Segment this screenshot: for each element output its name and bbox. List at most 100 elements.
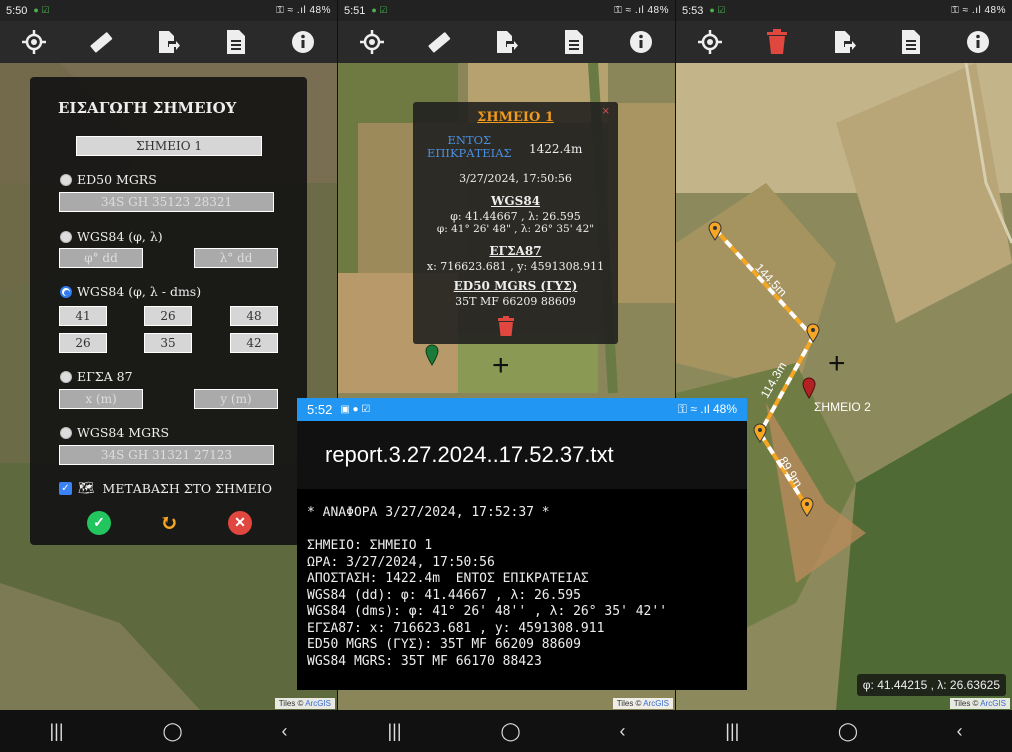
checkbox-checked-icon[interactable]: ✓ [59,482,72,495]
point-info-popup: ΣΗΜΕΙΟ 1 × ΕΝΤΟΣ ΕΠΙΚΡΑΤΕΙΑΣ 1422.4m 3/2… [413,102,618,344]
status-indicators: ⚿ ≈ .ıl 48% [276,5,331,16]
locate-icon[interactable] [695,27,725,57]
popup-close-button[interactable]: × [602,106,610,117]
panel-title: ΕΙΣΑΓΩΓΗ ΣΗΜΕΙΟΥ [58,99,237,117]
phi-deg-input[interactable]: 41 [59,306,107,326]
radio-label: ED50 MGRS [77,172,157,187]
point-name-input[interactable]: ΣΗΜΕΙΟ 1 [76,136,262,156]
crosshair-icon: + [828,347,846,380]
check-icon: ✓ [93,515,105,531]
ruler-icon[interactable] [86,27,116,57]
notification-icons: ● ☑ [33,5,50,15]
goto-label: ΜΕΤΑΒΑΣΗ ΣΤΟ ΣΗΜΕΙΟ [102,481,272,496]
map-icon: 🗺 [78,481,95,496]
radio-wgs84-dd[interactable]: WGS84 (φ, λ) [60,229,163,244]
document-icon[interactable] [896,27,926,57]
report-line: WGS84 MGRS: 35T MF 66170 88423 [307,653,542,669]
wgs84-header: WGS84 [490,194,541,208]
radio-egsa87[interactable]: ΕΓΣΑ 87 [60,369,133,384]
point-entry-panel: ΕΙΣΑΓΩΓΗ ΣΗΜΕΙΟΥ ΣΗΜΕΙΟ 1 ED50 MGRS 34S … [30,77,307,545]
egsa-value: x: 716623.681 , y: 4591308.911 [426,260,605,273]
lambda-dd-input[interactable]: λ° dd [194,248,278,268]
report-line: WGS84 (dd): φ: 41.44667 , λ: 26.595 [307,587,581,603]
radio-wgs84-mgrs[interactable]: WGS84 MGRS [60,425,169,440]
phi-min-input[interactable]: 26 [144,306,192,326]
zone-line2: ΕΠΙΚΡΑΤΕΙΑΣ [427,146,512,160]
report-content: * ΑΝΑΦΟΡΑ 3/27/2024, 17:52:37 * ΣΗΜΕΙΟ: … [297,489,747,670]
home-icon[interactable]: ◯ [500,721,520,742]
info-icon[interactable] [626,27,656,57]
back-icon[interactable]: ‹ [620,721,626,742]
status-time: 5:50 [6,4,28,17]
radio-label: WGS84 MGRS [77,425,170,440]
lambda-min-input[interactable]: 35 [144,333,192,353]
notification-icons: ● ☑ [709,5,726,15]
home-icon[interactable]: ◯ [162,721,182,742]
delete-point-button[interactable] [497,316,515,340]
wgs84-mgrs-input[interactable]: 34S GH 31321 27123 [59,445,274,465]
lambda-sec-input[interactable]: 42 [230,333,278,353]
phi-dd-input[interactable]: φ° dd [59,248,143,268]
cursor-coordinates: φ: 41.44215 , λ: 26.63625 [856,674,1006,696]
ed50-mgrs-input[interactable]: 34S GH 35123 28321 [59,192,274,212]
popup-title: ΣΗΜΕΙΟ 1 [477,110,554,125]
egsa-header: ΕΓΣΑ87 [489,244,542,258]
export-icon[interactable] [491,27,521,57]
ed50-header: ED50 MGRS (ΓΥΣ) [453,279,578,293]
radio-dot [60,173,72,186]
measure-vertex-marker[interactable] [800,497,814,522]
goto-point-option[interactable]: ✓ 🗺 ΜΕΤΑΒΑΣΗ ΣΤΟ ΣΗΜΕΙΟ [59,481,272,496]
arcgis-link[interactable]: ArcGIS [980,699,1006,708]
report-filename: report.3.27.2024..17.52.37.txt [297,421,747,489]
document-icon[interactable] [221,27,251,57]
accept-button[interactable]: ✓ [87,511,111,535]
cancel-button[interactable]: ✕ [228,511,252,535]
egsa-y-input[interactable]: y (m) [194,389,278,409]
status-indicators: ⚿ ≈ .ıl 48% [614,5,669,16]
arcgis-link[interactable]: ArcGIS [305,699,331,708]
lambda-deg-input[interactable]: 26 [59,333,107,353]
recent-apps-icon[interactable]: ||| [387,721,401,742]
home-icon[interactable]: ◯ [838,721,858,742]
document-icon[interactable] [559,27,589,57]
locate-icon[interactable] [19,27,49,57]
report-line: ED50 MGRS (ΓΥΣ): 35T MF 66209 88609 [307,637,581,652]
recent-apps-icon[interactable]: ||| [49,721,63,742]
recent-apps-icon[interactable]: ||| [725,721,739,742]
report-status-indicators: ⚿ ≈ .ıl 48% [677,402,737,416]
status-bar: 5:50 ● ☑ ⚿ ≈ .ıl 48% [0,0,337,21]
export-icon[interactable] [153,27,183,57]
back-icon[interactable]: ‹ [282,721,288,742]
measure-vertex-marker[interactable] [708,221,722,246]
point2-label: ΣΗΜΕΙΟ 2 [814,400,871,414]
back-icon[interactable]: ‹ [957,721,963,742]
info-icon[interactable] [288,27,318,57]
phi-sec-input[interactable]: 48 [230,306,278,326]
ed50-value: 35T MF 66209 88609 [455,295,576,308]
close-icon: ✕ [234,515,246,531]
radio-ed50-mgrs[interactable]: ED50 MGRS [60,172,157,187]
tiles-attribution: Tiles © ArcGIS [949,698,1010,709]
report-line: WGS84 (dms): φ: 41° 26' 48'' , λ: 26° 35… [307,604,668,619]
egsa-x-input[interactable]: x (m) [59,389,143,409]
crosshair-icon: + [492,349,510,382]
tiles-attribution: Tiles © ArcGIS [274,698,335,709]
status-bar: 5:51 ● ☑ ⚿ ≈ .ıl 48% [338,0,675,21]
toolbar [676,21,1012,63]
radio-wgs84-dms[interactable]: WGS84 (φ, λ - dms) [60,284,201,299]
report-viewer: 5:52 ▣ ● ☑ ⚿ ≈ .ıl 48% report.3.27.2024.… [297,398,747,690]
measure-vertex-marker[interactable] [806,323,820,348]
ruler-icon[interactable] [424,27,454,57]
arcgis-link[interactable]: ArcGIS [643,699,669,708]
map-marker-point1[interactable] [425,344,439,371]
measure-vertex-marker[interactable] [753,423,767,448]
report-line: ΕΓΣΑ87: x: 716623.681 , y: 4591308.911 [307,620,605,636]
nav-bar: ||| ◯ ‹ [338,710,675,752]
tiles-prefix: Tiles © [616,699,642,708]
reset-button[interactable]: ↻ [157,510,181,536]
info-icon[interactable] [963,27,993,57]
trash-icon[interactable] [762,27,792,57]
radio-label: WGS84 (φ, λ) [77,229,163,244]
locate-icon[interactable] [357,27,387,57]
export-icon[interactable] [829,27,859,57]
